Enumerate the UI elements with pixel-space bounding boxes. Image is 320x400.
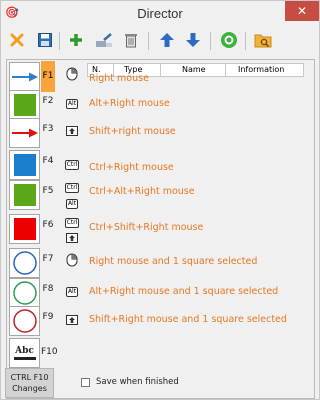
macro-panel: N. Type Name Information F1 Right mouse …: [6, 59, 315, 399]
green-square-icon: [9, 180, 40, 210]
red-arrow-icon: [9, 118, 40, 148]
arrow-up-icon[interactable]: [156, 29, 178, 51]
toolbar-separator: [148, 32, 149, 50]
red-circle-icon: [9, 306, 40, 336]
function-key-label: F3: [42, 124, 54, 134]
ctrl-key-icon: Ctrl: [64, 217, 80, 228]
alt-key-icon: Alt: [65, 98, 79, 109]
toolbar-separator: [210, 32, 211, 50]
save-when-finished-label: Save when finished: [96, 377, 179, 387]
function-key-label: F8: [42, 284, 54, 294]
slot-description: Ctrl+Shift+Right mouse: [89, 222, 204, 233]
shift-key-icon: [63, 312, 81, 327]
function-key-label: F4: [42, 156, 54, 166]
function-key-label: F5: [42, 186, 54, 196]
toolbar: [6, 29, 316, 55]
slot-f6[interactable]: F6: [8, 213, 60, 247]
column-header-name[interactable]: Name: [182, 65, 206, 74]
slot-description: Shift+right mouse: [89, 126, 176, 137]
ctrl-key-icon: Ctrl: [64, 182, 80, 193]
slot-description: Right mouse and 1 square selected: [89, 256, 258, 267]
slot-f10[interactable]: Abc F10: [8, 337, 60, 369]
slot-description: Shift+Right mouse and 1 square selected: [89, 314, 287, 325]
shift-key-icon: [63, 123, 81, 138]
cross-icon[interactable]: [6, 29, 28, 51]
function-key-label: F7: [42, 254, 54, 264]
red-square-icon: [9, 214, 40, 244]
slot-description: Ctrl+Right mouse: [89, 162, 174, 173]
director-window: 🎯 Director ✕ N. Type Name Information F1…: [0, 0, 320, 400]
tools-icon[interactable]: [93, 29, 115, 51]
slot-f7[interactable]: F7: [8, 247, 60, 281]
title-bar: 🎯 Director ✕: [1, 1, 319, 27]
ctrl-key-icon: Ctrl: [64, 159, 80, 170]
text-style-icon: Abc: [9, 338, 40, 368]
arrow-down-icon[interactable]: [182, 29, 204, 51]
green-circle-icon[interactable]: [218, 29, 240, 51]
mouse-right-icon: [63, 252, 81, 267]
green-circle-icon: [9, 278, 40, 308]
slot-description: Right mouse: [89, 73, 149, 84]
green-square-icon: [9, 90, 40, 120]
save-when-finished-checkbox[interactable]: [81, 377, 90, 387]
slot-f3[interactable]: F3: [8, 117, 60, 151]
slot-description: Alt+Right mouse and 1 square selected: [89, 286, 279, 297]
blue-circle-icon: [9, 248, 40, 278]
slot-f5[interactable]: F5: [8, 179, 60, 213]
alt-key-icon: Alt: [65, 198, 79, 209]
folder-search-icon[interactable]: [252, 29, 274, 51]
slot-f9[interactable]: F9: [8, 305, 60, 339]
function-key-label: F6: [42, 220, 54, 230]
alt-key-icon: Alt: [65, 286, 79, 297]
function-key-label: F2: [42, 96, 54, 106]
function-key-label: F1: [41, 61, 55, 92]
changes-button[interactable]: CTRL F10 Changes: [5, 368, 54, 398]
column-divider: [225, 64, 226, 76]
slot-f4[interactable]: F4: [8, 149, 60, 183]
function-key-label: F10: [41, 347, 58, 357]
save-icon[interactable]: [34, 29, 56, 51]
toolbar-separator: [59, 32, 60, 50]
shift-key-icon: [63, 230, 81, 245]
save-when-finished-row[interactable]: Save when finished: [81, 377, 179, 387]
trash-icon[interactable]: [120, 29, 142, 51]
mouse-right-icon: [63, 66, 81, 81]
slot-description: Ctrl+Alt+Right mouse: [89, 186, 195, 197]
blue-arrow-icon: [9, 62, 40, 92]
function-key-label: F9: [42, 312, 54, 322]
column-header-information[interactable]: Information: [238, 65, 284, 74]
column-divider: [160, 64, 161, 76]
slot-description: Alt+Right mouse: [89, 98, 170, 109]
window-title: Director: [137, 6, 183, 21]
blue-square-icon: [9, 150, 40, 180]
plus-icon[interactable]: [65, 29, 87, 51]
toolbar-separator: [245, 32, 246, 50]
close-button[interactable]: ✕: [285, 1, 319, 21]
